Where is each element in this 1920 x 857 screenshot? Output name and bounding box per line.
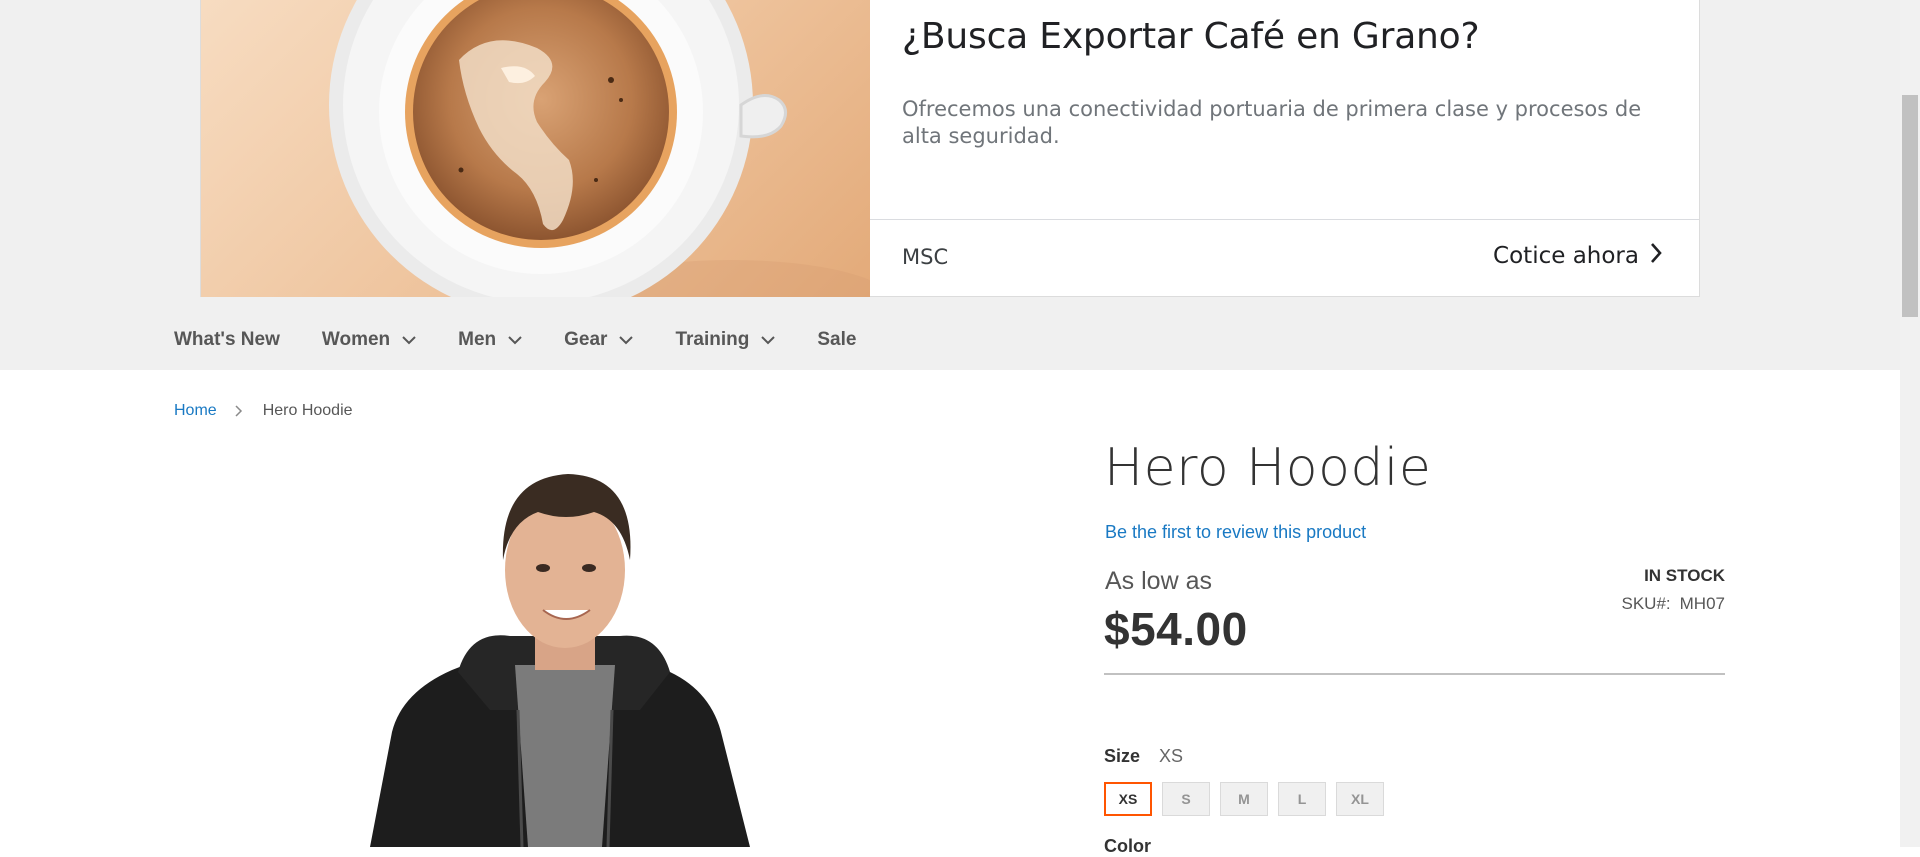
chevron-down-icon [402, 335, 416, 345]
chevron-down-icon [508, 335, 522, 345]
nav-item-label: Training [675, 329, 750, 350]
product-title: Hero Hoodie [1104, 438, 1432, 498]
chevron-right-icon [235, 405, 243, 417]
chevron-right-icon [1649, 242, 1663, 270]
sku-label: SKU#: [1621, 594, 1671, 613]
size-option-l[interactable]: L [1278, 782, 1326, 816]
product-image[interactable] [340, 460, 780, 847]
ad-banner[interactable]: ¿Busca Exportar Café en Grano? Ofrecemos… [200, 0, 1700, 297]
nav-item-label: Women [321, 329, 391, 350]
nav-item-label: Sale [817, 329, 857, 350]
nav-item-men[interactable]: Men [458, 329, 522, 351]
ad-cta-label: Cotice ahora [1493, 243, 1639, 269]
divider [1104, 673, 1725, 675]
breadcrumb: Home Hero Hoodie [174, 402, 353, 420]
nav-item-gear[interactable]: Gear [564, 329, 634, 351]
size-option-s[interactable]: S [1162, 782, 1210, 816]
product-price: $54.00 [1104, 603, 1248, 655]
ad-headline[interactable]: ¿Busca Exportar Café en Grano? [902, 16, 1480, 57]
ad-coffee-image [201, 0, 870, 297]
breadcrumb-current: Hero Hoodie [262, 402, 353, 419]
stock-status: IN STOCK [1644, 566, 1725, 585]
ad-description: Ofrecemos una conectividad portuaria de … [902, 97, 1642, 148]
nav-item-whats-new[interactable]: What's New [174, 329, 280, 351]
price-prefix: As low as [1105, 567, 1212, 595]
ad-advertiser: MSC [902, 245, 949, 269]
nav-item-training[interactable]: Training [675, 329, 776, 351]
size-label: Size [1104, 746, 1141, 766]
size-option-xs[interactable]: XS [1104, 782, 1152, 816]
chevron-down-icon [619, 335, 634, 345]
size-swatches: XS S M L XL [1104, 782, 1384, 816]
nav-item-women[interactable]: Women [322, 329, 416, 351]
size-option-m[interactable]: M [1220, 782, 1268, 816]
page-scrollbar[interactable] [1900, 0, 1920, 847]
nav-item-label: Gear [564, 329, 608, 350]
size-option-xl[interactable]: XL [1336, 782, 1384, 816]
nav-item-label: What's New [174, 329, 280, 350]
ad-cta-button[interactable]: Cotice ahora [1493, 242, 1663, 270]
size-selected-value: XS [1159, 746, 1184, 766]
product-sku: SKU#: MH07 [1622, 594, 1726, 614]
review-link[interactable]: Be the first to review this product [1105, 522, 1366, 543]
breadcrumb-home-link[interactable]: Home [174, 402, 217, 420]
nav-item-sale[interactable]: Sale [817, 329, 856, 351]
main-navigation: What's New Women Men Gear Training Sale [174, 328, 898, 352]
chevron-down-icon [761, 335, 776, 345]
scrollbar-thumb[interactable] [1902, 95, 1918, 317]
ad-divider [870, 219, 1699, 220]
sku-value: MH07 [1679, 594, 1725, 613]
nav-item-label: Men [458, 329, 497, 350]
